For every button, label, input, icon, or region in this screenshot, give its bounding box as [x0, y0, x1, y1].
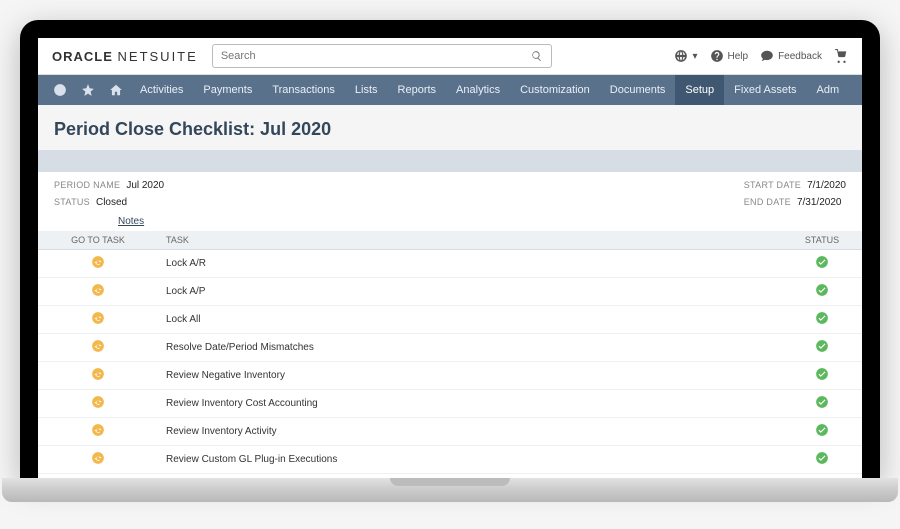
task-cell[interactable]: Review Negative Inventory [158, 362, 782, 390]
main-nav: ActivitiesPaymentsTransactionsListsRepor… [38, 75, 862, 105]
task-cell[interactable]: Lock A/P [158, 278, 782, 306]
nav-item-setup[interactable]: Setup [675, 75, 724, 105]
table-row: Lock A/P [38, 278, 862, 306]
end-date-value: 7/31/2020 [797, 197, 842, 208]
table-row: Resolve Date/Period Mismatches [38, 334, 862, 362]
home-icon [109, 83, 123, 97]
clock-icon [53, 83, 67, 97]
notes-link[interactable]: Notes [38, 212, 862, 231]
nav-item-payments[interactable]: Payments [193, 75, 262, 105]
table-row: Review Inventory Cost Accounting [38, 390, 862, 418]
col-header-go: GO TO TASK [38, 231, 158, 250]
refresh-icon[interactable] [91, 283, 105, 297]
cart-button[interactable] [834, 49, 848, 63]
nav-recent-button[interactable] [46, 75, 74, 105]
search-box[interactable] [212, 44, 552, 68]
status-done-icon [815, 457, 829, 468]
status-done-icon [815, 373, 829, 384]
checklist-table: GO TO TASK TASK STATUS Lock A/RLock A/PL… [38, 231, 862, 478]
topbar: ORACLE NETSUITE ▾ Help [38, 38, 862, 75]
task-cell[interactable]: Lock All [158, 306, 782, 334]
info-row: PERIOD NAME Jul 2020 STATUS Closed START… [38, 172, 862, 212]
nav-favorites-button[interactable] [74, 75, 102, 105]
refresh-icon[interactable] [91, 451, 105, 465]
brand-logo: ORACLE NETSUITE [52, 49, 198, 64]
refresh-icon[interactable] [91, 423, 105, 437]
table-row: Review Custom GL Plug-in Executions [38, 446, 862, 474]
language-menu[interactable]: ▾ [674, 49, 697, 63]
title-strip [38, 150, 862, 172]
status-label: STATUS [54, 197, 90, 208]
nav-home-button[interactable] [102, 75, 130, 105]
task-cell[interactable]: Review Custom GL Plug-in Executions [158, 446, 782, 474]
status-done-icon [815, 401, 829, 412]
status-done-icon [815, 317, 829, 328]
help-icon [710, 49, 724, 63]
start-date-label: START DATE [744, 180, 801, 191]
globe-icon [674, 49, 688, 63]
feedback-link[interactable]: Feedback [760, 49, 822, 63]
status-done-icon [815, 261, 829, 272]
refresh-icon[interactable] [91, 339, 105, 353]
help-label: Help [728, 51, 749, 62]
brand-part2: NETSUITE [118, 49, 198, 64]
brand-part1: ORACLE [52, 49, 113, 64]
feedback-label: Feedback [778, 51, 822, 62]
nav-item-lists[interactable]: Lists [345, 75, 388, 105]
cart-icon [834, 49, 848, 63]
refresh-icon[interactable] [91, 395, 105, 409]
status-done-icon [815, 289, 829, 300]
help-link[interactable]: Help [710, 49, 749, 63]
nav-item-activities[interactable]: Activities [130, 75, 193, 105]
chat-icon [760, 49, 774, 63]
task-cell[interactable]: Review Inventory Cost Accounting [158, 390, 782, 418]
nav-item-adm[interactable]: Adm [807, 75, 850, 105]
refresh-icon[interactable] [91, 311, 105, 325]
nav-item-transactions[interactable]: Transactions [262, 75, 345, 105]
nav-item-reports[interactable]: Reports [388, 75, 447, 105]
period-name-label: PERIOD NAME [54, 180, 120, 191]
refresh-icon[interactable] [91, 367, 105, 381]
end-date-label: END DATE [744, 197, 791, 208]
status-done-icon [815, 345, 829, 356]
nav-item-documents[interactable]: Documents [600, 75, 676, 105]
status-value: Closed [96, 197, 127, 208]
task-cell[interactable]: Resolve Date/Period Mismatches [158, 334, 782, 362]
page-title: Period Close Checklist: Jul 2020 [38, 105, 862, 150]
nav-item-analytics[interactable]: Analytics [446, 75, 510, 105]
refresh-icon[interactable] [91, 255, 105, 269]
table-row: Review Negative Inventory [38, 362, 862, 390]
status-done-icon [815, 429, 829, 440]
table-row: Review Inventory Activity [38, 418, 862, 446]
table-row: Lock A/R [38, 250, 862, 278]
nav-item-fixed-assets[interactable]: Fixed Assets [724, 75, 806, 105]
task-cell[interactable]: Review Inventory Activity [158, 418, 782, 446]
search-icon [531, 50, 543, 62]
app-window: ORACLE NETSUITE ▾ Help [38, 38, 862, 478]
col-header-status: STATUS [782, 231, 862, 250]
nav-item-customization[interactable]: Customization [510, 75, 600, 105]
task-cell[interactable]: Lock A/R [158, 250, 782, 278]
period-name-value: Jul 2020 [126, 180, 164, 191]
table-row: Lock All [38, 306, 862, 334]
star-icon [81, 83, 95, 97]
search-input[interactable] [221, 50, 531, 62]
col-header-task: TASK [158, 231, 782, 250]
start-date-value: 7/1/2020 [807, 180, 846, 191]
